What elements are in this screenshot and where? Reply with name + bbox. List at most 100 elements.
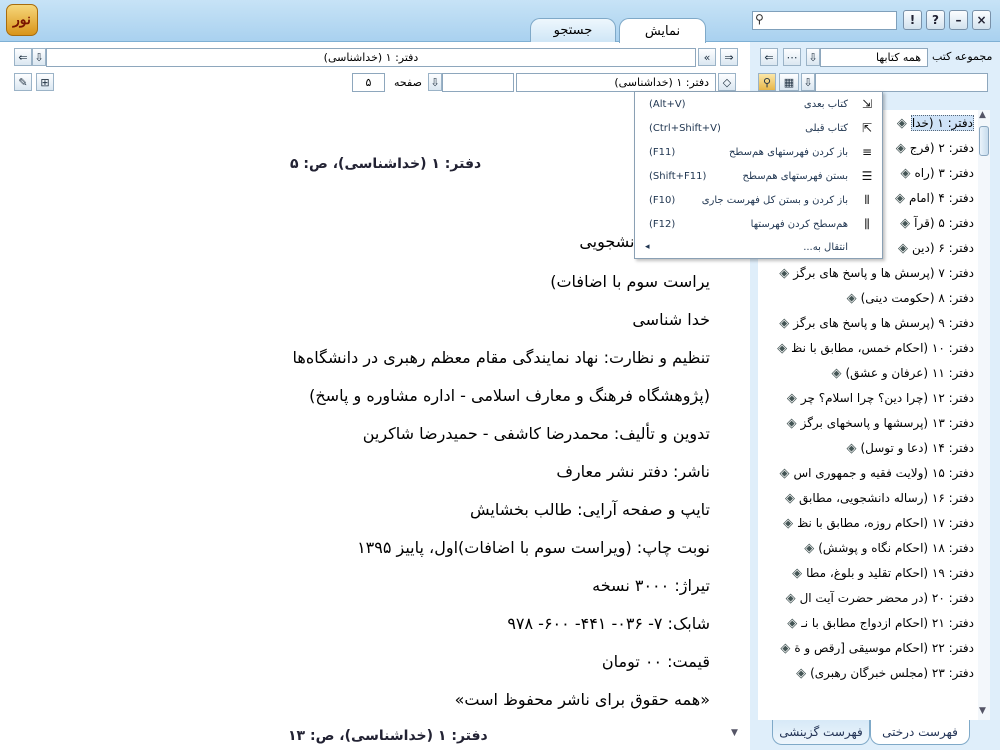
menu-item-next-book[interactable]: (Alt+V) کتاب بعدی ⇲ [635,94,882,117]
title-bar: نور جستجو نمایش ⚲ ! ? – × [0,0,1000,43]
forward-arrow-icon[interactable]: ⇒ [720,48,738,66]
toc-search-input[interactable] [815,73,988,92]
tree-item[interactable]: دفتر: ۲ (فرج ◈ [888,137,974,159]
menu-item-prev-book[interactable]: (Ctrl+Shift+V) کتاب قبلی ⇱ [635,118,882,141]
book-icon: ◈ [896,115,907,131]
tree-item[interactable]: دفتر: ۳ (راه ◈ [892,162,974,184]
book-icon: ◈ [787,615,798,631]
tree-item[interactable]: دفتر: ۱ (خدا ◈ [889,112,974,134]
book-icon: ◈ [783,515,794,531]
book-icon: ◈ [895,140,906,156]
document-line: تیراژ: ۳۰۰۰ نسخه [592,576,710,595]
tab-search[interactable]: جستجو [530,18,616,42]
tab-tree-toc[interactable]: فهرست درختی [870,720,970,745]
layout-icon[interactable]: ⊞ [36,73,54,91]
document-line: تدوین و تألیف: محمدرضا کاشفی - حمیدرضا ش… [362,424,710,443]
info-button[interactable]: ! [903,10,922,30]
tree-item[interactable]: دفتر: ۲۱ (احکام ازدواج مطابق با نـ ◈ [779,612,974,634]
book-icon: ◈ [804,540,815,556]
book-icon: ◈ [792,565,803,581]
tree-item[interactable]: دفتر: ۹ (پرسش ها و پاسخ های برگز ◈ [771,312,974,334]
page-label: صفحه [394,76,422,89]
tree-item[interactable]: دفتر: ۱۵ (ولایت فقیه و جمهوری اس ◈ [771,462,974,484]
back-arrow-icon[interactable]: ⇐ [14,48,32,66]
collection-dropdown-icon[interactable]: ⇩ [806,48,820,66]
book-icon: ◈ [786,390,797,406]
menu-item-goto[interactable]: ◂ انتقال به... [635,237,882,260]
back-arrow-icon[interactable]: ⇐ [760,48,778,66]
menu-item-collapse-level[interactable]: (Shift+F11) بستن فهرستهای هم‌سطح ☰ [635,166,882,189]
menu-item-level-align[interactable]: (F12) هم‌سطح کردن فهرستها ⫼ [635,214,882,237]
tree-item[interactable]: دفتر: ۲۲ (احکام موسیقی [رقص و ة ◈ [772,637,974,659]
double-chevron-icon[interactable]: « [698,48,716,66]
book-icon: ◈ [780,640,791,656]
collapse-level-icon: ☰ [861,169,873,183]
book-icon: ◈ [779,315,790,331]
tree-item[interactable]: دفتر: ۷ (پرسش ها و پاسخ های برگز ◈ [771,262,974,284]
help-button[interactable]: ? [926,10,945,30]
collection-label: مجموعه کتب [932,50,993,63]
menu-item-expand-level[interactable]: (F11) باز کردن فهرستهای هم‌سطح ≡ [635,142,882,165]
tree-item[interactable]: دفتر: ۸ (حکومت دینی) ◈ [839,287,974,309]
search-dropdown-icon[interactable]: ⇩ [801,73,815,91]
scroll-up-icon[interactable]: ▲ [979,110,986,120]
location-dropdown-icon[interactable]: ⇩ [32,48,46,66]
tree-item[interactable]: دفتر: ۱۸ (احکام نگاه و پوشش) ◈ [796,537,974,559]
location-field[interactable]: دفتر: ۱ (خداشناسی) [46,48,696,67]
expand-level-icon: ≡ [861,145,873,159]
tree-item[interactable]: دفتر: ۱۳ (پرسشها و پاسخهای برگز ◈ [779,412,974,434]
context-menu: (Alt+V) کتاب بعدی ⇲ (Ctrl+Shift+V) کتاب … [634,91,883,259]
bookmark-icon[interactable]: ◇ [718,73,736,91]
collection-select[interactable]: همه کتابها [820,48,928,67]
more-options-icon[interactable]: ⋯ [783,48,801,66]
menu-item-toggle-all[interactable]: (F10) باز کردن و بستن کل فهرست جاری ⫴ [635,190,882,213]
toggle-all-icon: ⫴ [864,193,870,207]
tree-item[interactable]: دفتر: ۵ (قرآ ◈ [892,212,974,234]
close-button[interactable]: × [972,10,991,30]
section-select-field[interactable]: دفتر: ۱ (خداشناسی) [516,73,716,92]
search-icon[interactable]: ⚲ [758,73,776,91]
document-content: دفتر: ۱ (خداشناسی)، ص: ۵ ه] پاسخ‌های دان… [8,142,730,750]
tab-selected-toc[interactable]: فهرست گزینشی [772,720,870,745]
prev-book-icon: ⇱ [861,121,873,135]
tree-item[interactable]: دفتر: ۱۰ (احکام خمس، مطابق با نظ ◈ [769,337,974,359]
tree-item[interactable]: دفتر: ۱۶ (رساله دانشجویی، مطابق ◈ [777,487,974,509]
document-line: شابک: ۷- ۰۳۶- ۴۴۱- ۶۰۰- ۹۷۸ [507,614,710,633]
scroll-down-icon[interactable]: ▼ [979,706,986,716]
book-icon: ◈ [779,265,790,281]
scroll-thumb[interactable] [979,126,989,156]
tree-item[interactable]: دفتر: ۱۱ (عرفان و عشق) ◈ [823,362,974,384]
tree-item[interactable]: دفتر: ۲۳ (مجلس خبرگان رهبری) ◈ [788,662,974,684]
tree-item[interactable]: دفتر: ۱۲ (چرا دین؟ چرا اسلام؟ چر ◈ [779,387,974,409]
tree-item[interactable]: دفتر: ۱۹ (احکام تقلید و بلوغ، مطا ◈ [784,562,974,584]
page-select-field[interactable] [442,73,514,92]
next-book-icon: ⇲ [861,97,873,111]
book-icon: ◈ [900,165,911,181]
tree-item[interactable]: دفتر: ۱۴ (دعا و توسل) ◈ [838,437,974,459]
document-line: قیمت: ۰۰ تومان [601,652,710,671]
tree-item[interactable]: دفتر: ۲۰ (در محضر حضرت آیت ال ◈ [778,587,974,609]
book-icon: ◈ [895,190,906,206]
scroll-down-icon[interactable]: ▼ [731,728,738,738]
document-line: نوبت چاپ: (ویراست سوم با اضافات)اول، پای… [357,538,710,557]
tree-item[interactable]: دفتر: ۱۷ (احکام روزه، مطابق با نظ ◈ [775,512,974,534]
book-icon: ◈ [796,665,807,681]
tab-display[interactable]: نمایش [619,18,706,43]
toc-scrollbar[interactable]: ▲ ▼ [978,110,990,720]
minimize-button[interactable]: – [949,10,968,30]
document-pane: ⇐ ⇩ دفتر: ۱ (خداشناسی) « ⇒ ✎ ⊞ ۵ صفحه ⇩ … [4,42,743,750]
keyboard-icon[interactable]: ▦ [779,73,799,91]
app-logo: نور [6,4,38,36]
wrench-icon[interactable]: ✎ [14,73,32,91]
page-header-bottom: دفتر: ۱ (خداشناسی)، ص: ۱۳ [288,728,488,744]
tree-item[interactable]: دفتر: ۴ (امام ◈ [887,187,974,209]
page-number-input[interactable]: ۵ [352,73,385,92]
document-line: «همه حقوق برای ناشر محفوظ است» [454,690,710,709]
tree-item[interactable]: دفتر: ۶ (دین ◈ [890,237,974,259]
global-search-input[interactable]: ⚲ [752,11,897,30]
page-dropdown-icon[interactable]: ⇩ [428,73,442,91]
book-icon: ◈ [846,440,857,456]
document-line: تنظیم و نظارت: نهاد نمایندگی مقام معظم ر… [292,348,710,367]
book-icon: ◈ [785,590,796,606]
document-line: تایپ و صفحه آرایی: طالب بخشایش [469,500,710,519]
